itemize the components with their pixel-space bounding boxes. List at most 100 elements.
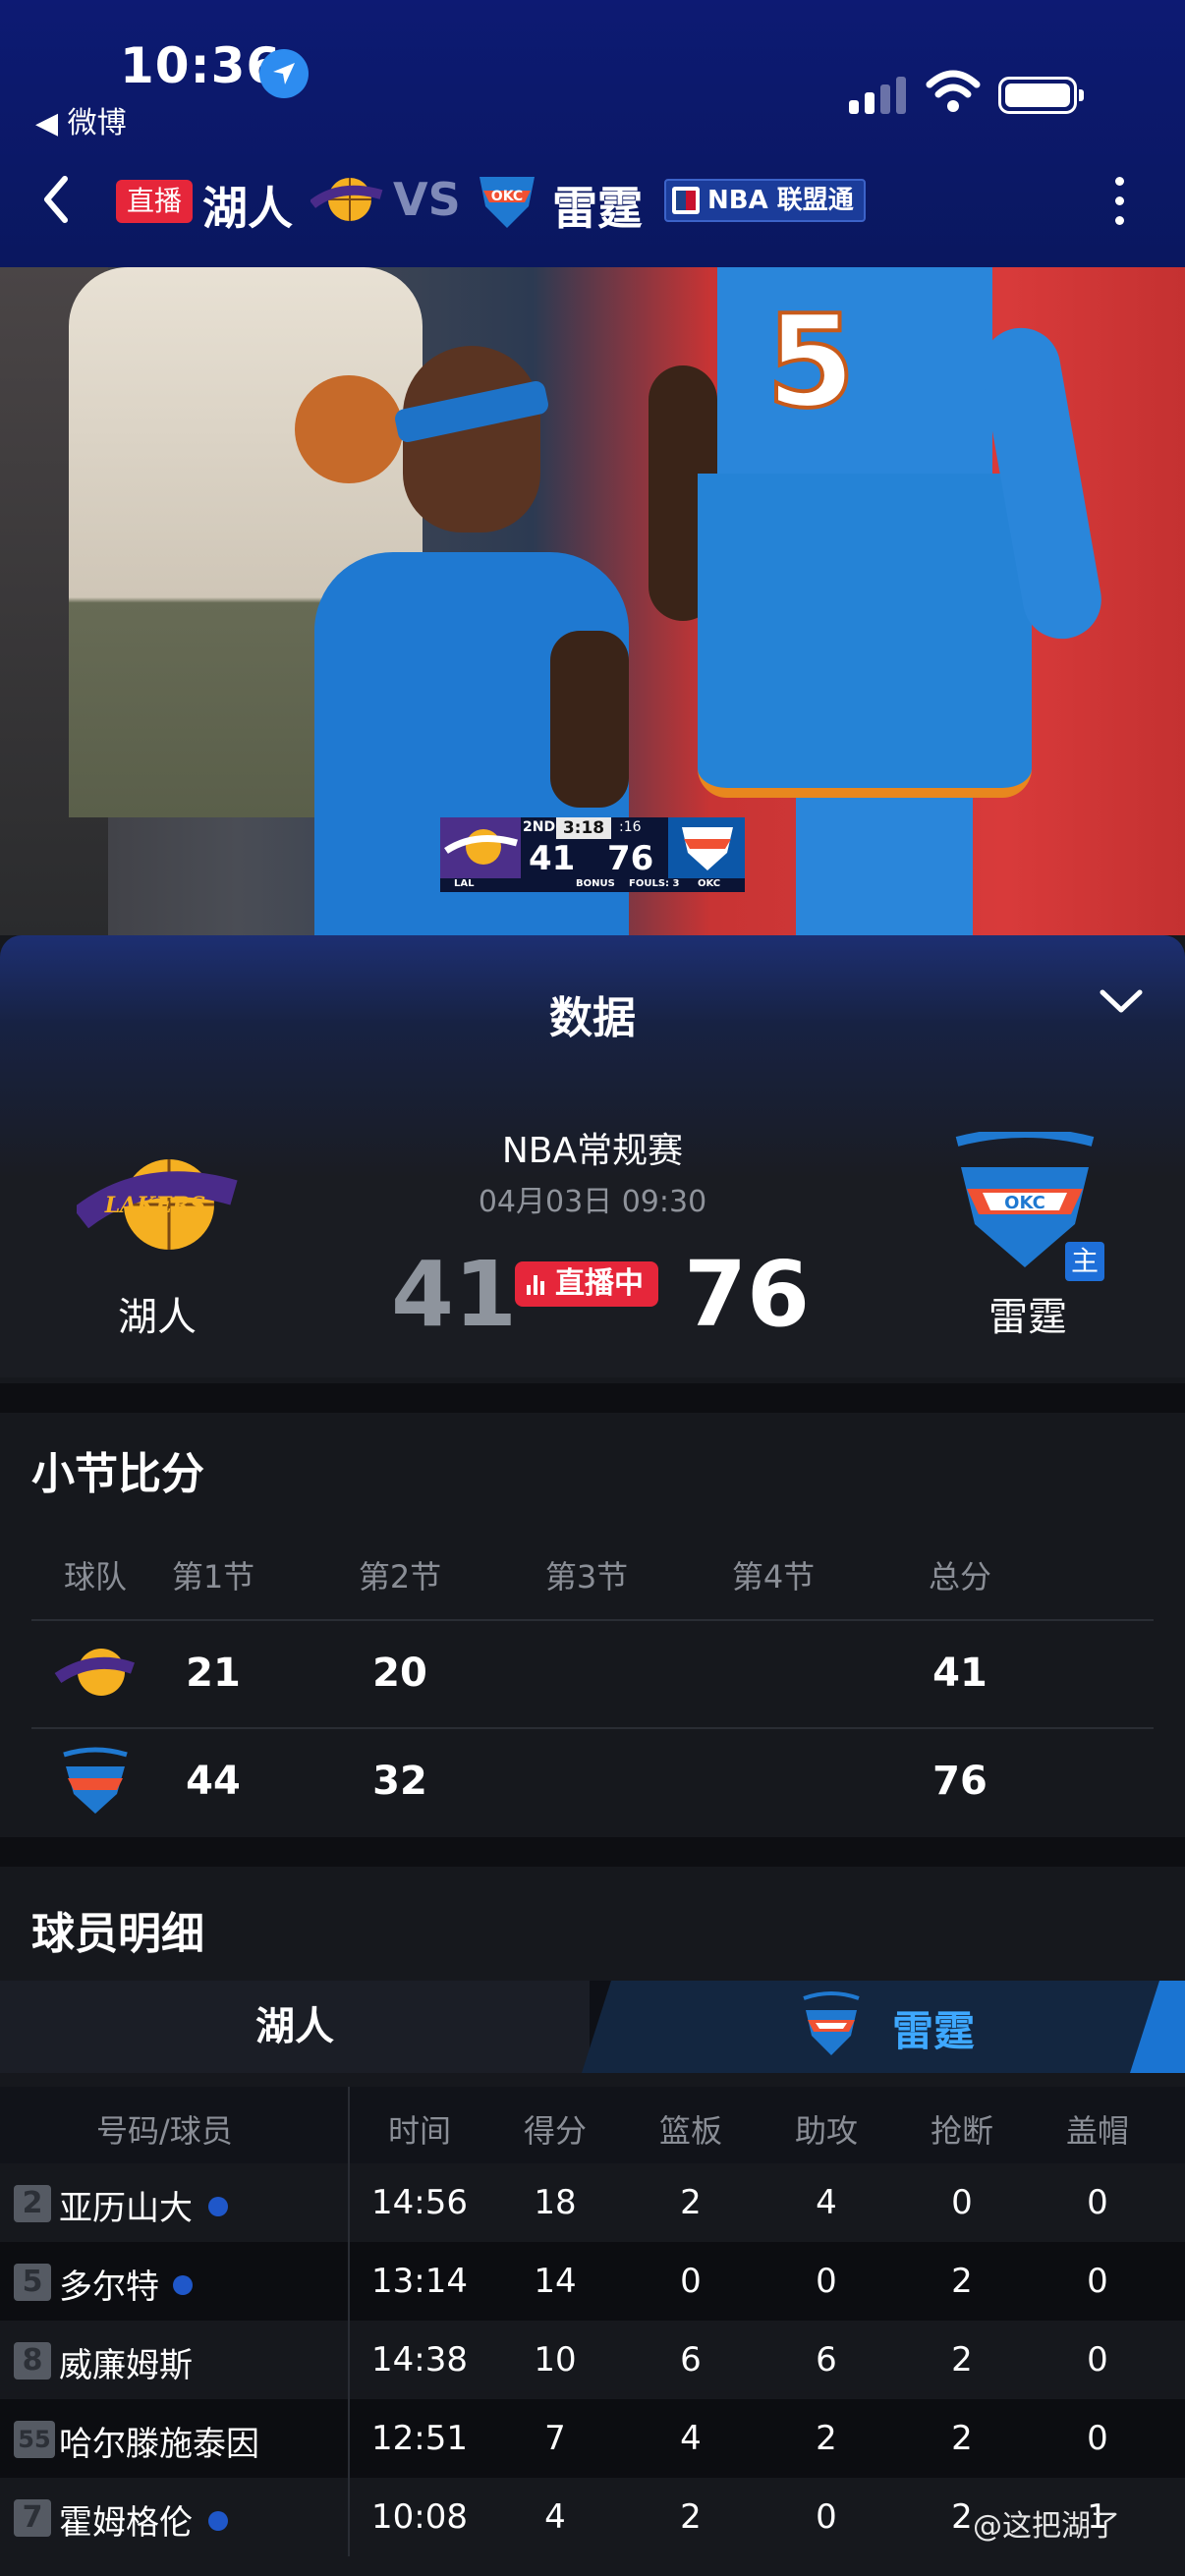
starter-basketball-icon <box>208 2197 228 2216</box>
col-header-q4: 第4节 <box>731 1558 816 1596</box>
player-row[interactable]: 55 哈尔滕施泰因 12:51 7 4 2 2 0 <box>0 2399 1185 2478</box>
scorebug-quarter: 2ND <box>523 819 556 835</box>
thunder-q1: 44 <box>186 1759 241 1804</box>
scorebug-bonus: BONUS <box>576 878 615 889</box>
quarter-row-lakers: 21 20 41 <box>31 1619 1154 1727</box>
battery-icon <box>998 77 1084 114</box>
col-header-q1: 第1节 <box>171 1558 255 1596</box>
player-name: 霍姆格伦 <box>59 2503 193 2543</box>
player-points: 10 <box>534 2340 577 2380</box>
player-rebounds: 2 <box>680 2183 702 2222</box>
status-time: 10:36 <box>120 37 282 94</box>
scorebug-abbr-b: OKC <box>698 878 721 889</box>
player-assists: 4 <box>816 2183 837 2222</box>
lakers-q2: 20 <box>372 1651 427 1696</box>
nav-team-a-name: 湖人 <box>202 182 293 235</box>
player-points: 7 <box>544 2419 566 2458</box>
player-name: 哈尔滕施泰因 <box>59 2425 259 2464</box>
lakers-total: 41 <box>932 1651 988 1696</box>
player-points: 18 <box>534 2183 577 2222</box>
nba-league-pass-badge[interactable]: NBA 联盟通 <box>664 179 866 222</box>
section-divider <box>0 1837 1185 1867</box>
player-points: 14 <box>534 2262 577 2301</box>
panel-title: 数据 <box>549 993 636 1043</box>
player-details-title: 球员明细 <box>31 1909 204 1959</box>
tab-thunder[interactable]: 雷霆 <box>582 1981 1185 2073</box>
wifi-icon <box>926 69 981 120</box>
svg-text:OKC: OKC <box>1004 1193 1045 1213</box>
svg-text:OKC: OKC <box>491 189 523 204</box>
quarter-row-thunder: 44 32 76 <box>31 1727 1154 1835</box>
player-steals: 2 <box>951 2340 973 2380</box>
col-header-q3: 第3节 <box>544 1558 629 1596</box>
player-table-header: 号码/球员 时间 得分 篮板 助攻 抢断 盖帽 <box>0 2087 1185 2163</box>
col-header-blocks: 盖帽 <box>1065 2112 1129 2150</box>
thunder-q2: 32 <box>372 1759 427 1804</box>
live-status-badge: 直播中 <box>515 1261 658 1307</box>
more-options-icon[interactable] <box>1108 175 1132 230</box>
tab-lakers[interactable]: 湖人 <box>0 1981 590 2073</box>
player-stats-table: 号码/球员 时间 得分 篮板 助攻 抢断 盖帽 2 亚历山大 14:56 18 … <box>0 2087 1185 2556</box>
player-steals: 2 <box>951 2262 973 2301</box>
scorebug-score-b: 76 <box>607 839 654 878</box>
tv-scorebug: 2ND 3:18 :16 41 76 LAL BONUS FOULS: 3 OK… <box>440 817 745 892</box>
player-time: 12:51 <box>371 2419 468 2458</box>
live-status-label: 直播中 <box>555 1266 644 1301</box>
scorebug-abbr-a: LAL <box>454 878 475 889</box>
player-assists: 6 <box>816 2340 837 2380</box>
lakers-q1: 21 <box>186 1651 241 1696</box>
quarter-score-table: 球队 第1节 第2节 第3节 第4节 总分 21 20 41 44 32 76 <box>31 1533 1154 1835</box>
header: 10:36 ◀ 微博 直播 湖人 VS OKC 雷霆 NBA 联盟通 <box>0 0 1185 267</box>
live-badge: 直播 <box>116 180 193 223</box>
scorebug-shot-clock: :16 <box>619 819 642 835</box>
thunder-logo-icon <box>796 1990 867 2071</box>
team-a-score: 41 <box>391 1242 518 1347</box>
team-a-label: 湖人 <box>118 1295 197 1340</box>
tab-thunder-label: 雷霆 <box>892 2007 976 2055</box>
jersey-number-badge: 2 <box>14 2185 51 2222</box>
player-blocks: 0 <box>1087 2340 1108 2380</box>
player-time: 10:08 <box>371 2497 468 2537</box>
scorebug-fouls: FOULS: 3 <box>629 878 680 889</box>
player-row[interactable]: 8 威廉姆斯 14:38 10 6 6 2 0 <box>0 2321 1185 2399</box>
chevron-down-icon[interactable] <box>1099 986 1144 1020</box>
player-blocks: 0 <box>1087 2419 1108 2458</box>
col-header-assists: 助攻 <box>794 2112 858 2150</box>
player-assists: 2 <box>816 2419 837 2458</box>
vs-label: VS <box>393 173 461 226</box>
player-steals: 2 <box>951 2419 973 2458</box>
cellular-signal-icon <box>849 77 908 116</box>
jersey-number: 5 <box>764 285 857 438</box>
player-row[interactable]: 5 多尔特 13:14 14 0 0 2 0 <box>0 2242 1185 2321</box>
scorebug-game-clock: 3:18 <box>556 817 611 839</box>
back-to-app-link[interactable]: ◀ 微博 <box>35 98 127 141</box>
jersey-number-badge: 55 <box>14 2421 55 2458</box>
jersey-number-badge: 7 <box>14 2499 51 2537</box>
jersey-number-badge: 5 <box>14 2264 51 2301</box>
player-name: 多尔特 <box>59 2268 159 2307</box>
player-assists: 0 <box>816 2262 837 2301</box>
live-bars-icon <box>527 1275 546 1295</box>
jersey-number-badge: 8 <box>14 2342 51 2380</box>
thunder-logo-icon: OKC <box>472 167 542 236</box>
live-video-player[interactable]: 5 2ND 3:18 :16 41 76 LAL BONUS FOULS: 3 … <box>0 267 1185 935</box>
nav-team-b-name: 雷霆 <box>552 182 643 235</box>
quarter-table-header: 球队 第1节 第2节 第3节 第4节 总分 <box>31 1533 1154 1619</box>
player-time: 14:38 <box>371 2340 468 2380</box>
player-assists: 0 <box>816 2497 837 2537</box>
lakers-logo-icon <box>309 173 383 230</box>
col-header-total: 总分 <box>928 1558 991 1596</box>
quarter-scores-title: 小节比分 <box>31 1449 204 1499</box>
back-chevron-icon[interactable] <box>41 175 71 228</box>
col-header-rebounds: 篮板 <box>658 2112 722 2150</box>
col-header-steals: 抢断 <box>930 2112 993 2150</box>
scorebug-score-a: 41 <box>529 839 576 878</box>
col-header-time: 时间 <box>387 2112 451 2150</box>
section-divider <box>0 1383 1185 1413</box>
thunder-total: 76 <box>932 1759 988 1804</box>
player-row[interactable]: 2 亚历山大 14:56 18 2 4 0 0 <box>0 2163 1185 2242</box>
player-rebounds: 0 <box>680 2262 702 2301</box>
col-header-player: 号码/球员 <box>96 2112 233 2150</box>
col-header-points: 得分 <box>523 2112 587 2150</box>
nba-logo-icon <box>672 187 700 214</box>
